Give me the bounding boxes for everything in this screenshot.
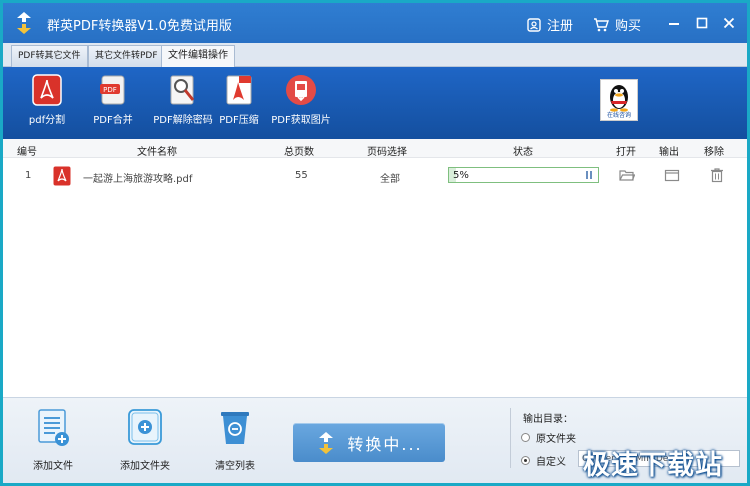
radio-source-indicator[interactable] <box>521 433 530 442</box>
pdf-split-label: pdf分割 <box>28 115 66 126</box>
table-row[interactable]: 1 一起游上海旅游攻略.pdf 55 全部 5% <box>3 160 747 190</box>
minimize-icon <box>669 23 679 25</box>
pdf-merge-button[interactable]: PDF PDF合并 <box>81 73 145 126</box>
add-folder-button[interactable]: 添加文件夹 <box>120 408 170 472</box>
app-logo-icon <box>17 12 31 34</box>
progress-text: 5% <box>453 170 469 181</box>
convert-label: 转换中... <box>347 434 423 454</box>
col-output: 输出 <box>659 147 679 158</box>
col-number: 编号 <box>17 147 37 158</box>
magnifier-icon <box>166 73 200 107</box>
pdf-extract-images-label: PDF获取图片 <box>271 115 331 126</box>
add-file-icon <box>38 409 69 446</box>
divider <box>510 408 511 468</box>
register-button[interactable]: 注册 <box>527 15 573 34</box>
pdf-compress-icon <box>222 73 256 107</box>
file-table-header: 编号 文件名称 总页数 页码选择 状态 打开 输出 移除 <box>3 139 747 158</box>
row-number: 1 <box>25 170 32 181</box>
buy-label: 购买 <box>615 19 642 34</box>
tab-pdf-to-other[interactable]: PDF转其它文件 <box>11 45 88 67</box>
row-filename: 一起游上海旅游攻略.pdf <box>83 174 193 185</box>
window-title: 群英PDF转换器V1.0免费试用版 <box>47 19 232 34</box>
progress-bar: 5% <box>448 167 599 183</box>
pdf-unlock-button[interactable]: PDF解除密码 <box>151 73 215 126</box>
col-page-select: 页码选择 <box>367 147 407 158</box>
maximize-button[interactable] <box>689 11 715 35</box>
row-page-select[interactable]: 全部 <box>380 170 400 185</box>
col-remove: 移除 <box>704 147 724 158</box>
add-folder-label: 添加文件夹 <box>120 461 170 472</box>
col-open: 打开 <box>616 147 636 158</box>
pdf-merge-label: PDF合并 <box>93 115 133 126</box>
radio-custom-label: 自定义 <box>536 457 566 468</box>
tab-bar: PDF转其它文件 其它文件转PDF 文件编辑操作 <box>3 43 747 68</box>
add-file-label: 添加文件 <box>33 461 73 472</box>
online-consult-button[interactable]: 在线咨询 <box>600 79 638 121</box>
add-folder-icon <box>128 409 162 445</box>
pdf-extract-images-button[interactable]: PDF获取图片 <box>269 73 333 126</box>
qq-penguin-icon <box>610 85 628 112</box>
radio-source-folder[interactable]: 原文件夹 <box>521 430 576 445</box>
radio-custom[interactable]: 自定义 <box>521 453 566 468</box>
title-bar: 群英PDF转换器V1.0免费试用版 注册 购买 <box>3 3 747 43</box>
radio-source-label: 原文件夹 <box>536 434 576 445</box>
convert-arrows-icon <box>319 431 334 454</box>
online-consult-label: 在线咨询 <box>606 112 631 119</box>
output-folder-icon[interactable] <box>664 167 680 183</box>
pdf-split-icon <box>30 73 64 107</box>
close-button[interactable] <box>716 11 742 35</box>
add-file-button[interactable]: 添加文件 <box>33 408 73 472</box>
pdf-compress-button[interactable]: PDF压缩 <box>207 73 271 126</box>
convert-button[interactable]: 转换中... <box>293 423 445 462</box>
close-icon <box>723 17 735 29</box>
pdf-merge-icon: PDF <box>96 73 130 107</box>
watermark: 极速下载站 <box>583 450 723 481</box>
buy-button[interactable]: 购买 <box>593 15 641 34</box>
trash-icon[interactable] <box>709 167 725 183</box>
toolbar: pdf分割 PDF PDF合并 PDF解除密码 PDF压缩 PDF获取图片 在线… <box>3 67 747 139</box>
tab-other-to-pdf[interactable]: 其它文件转PDF <box>88 45 165 67</box>
pdf-extract-images-icon <box>284 73 318 107</box>
register-icon <box>527 17 541 32</box>
tab-file-edit[interactable]: 文件编辑操作 <box>161 45 235 68</box>
clear-list-icon <box>221 412 249 444</box>
output-dir-label: 输出目录： <box>523 414 573 425</box>
row-total-pages: 55 <box>295 170 308 181</box>
pause-icon[interactable] <box>585 171 593 179</box>
col-total-pages: 总页数 <box>284 147 314 158</box>
pdf-compress-label: PDF压缩 <box>219 115 259 126</box>
clear-list-button[interactable]: 清空列表 <box>215 408 255 472</box>
pdf-unlock-label: PDF解除密码 <box>153 115 213 126</box>
pdf-split-button[interactable]: pdf分割 <box>15 73 79 126</box>
shopping-cart-icon <box>594 17 609 31</box>
open-folder-icon[interactable] <box>619 167 635 183</box>
col-status: 状态 <box>513 147 533 158</box>
maximize-icon <box>696 17 708 29</box>
svg-text:PDF: PDF <box>103 86 117 94</box>
col-filename: 文件名称 <box>137 147 177 158</box>
radio-custom-indicator[interactable] <box>521 456 530 465</box>
register-label: 注册 <box>547 19 574 34</box>
clear-list-label: 清空列表 <box>215 461 255 472</box>
minimize-button[interactable] <box>661 11 687 35</box>
pdf-file-icon <box>53 166 71 186</box>
app-window: 群英PDF转换器V1.0免费试用版 注册 购买 PDF转其它文件 其它文件转PD… <box>0 0 750 486</box>
